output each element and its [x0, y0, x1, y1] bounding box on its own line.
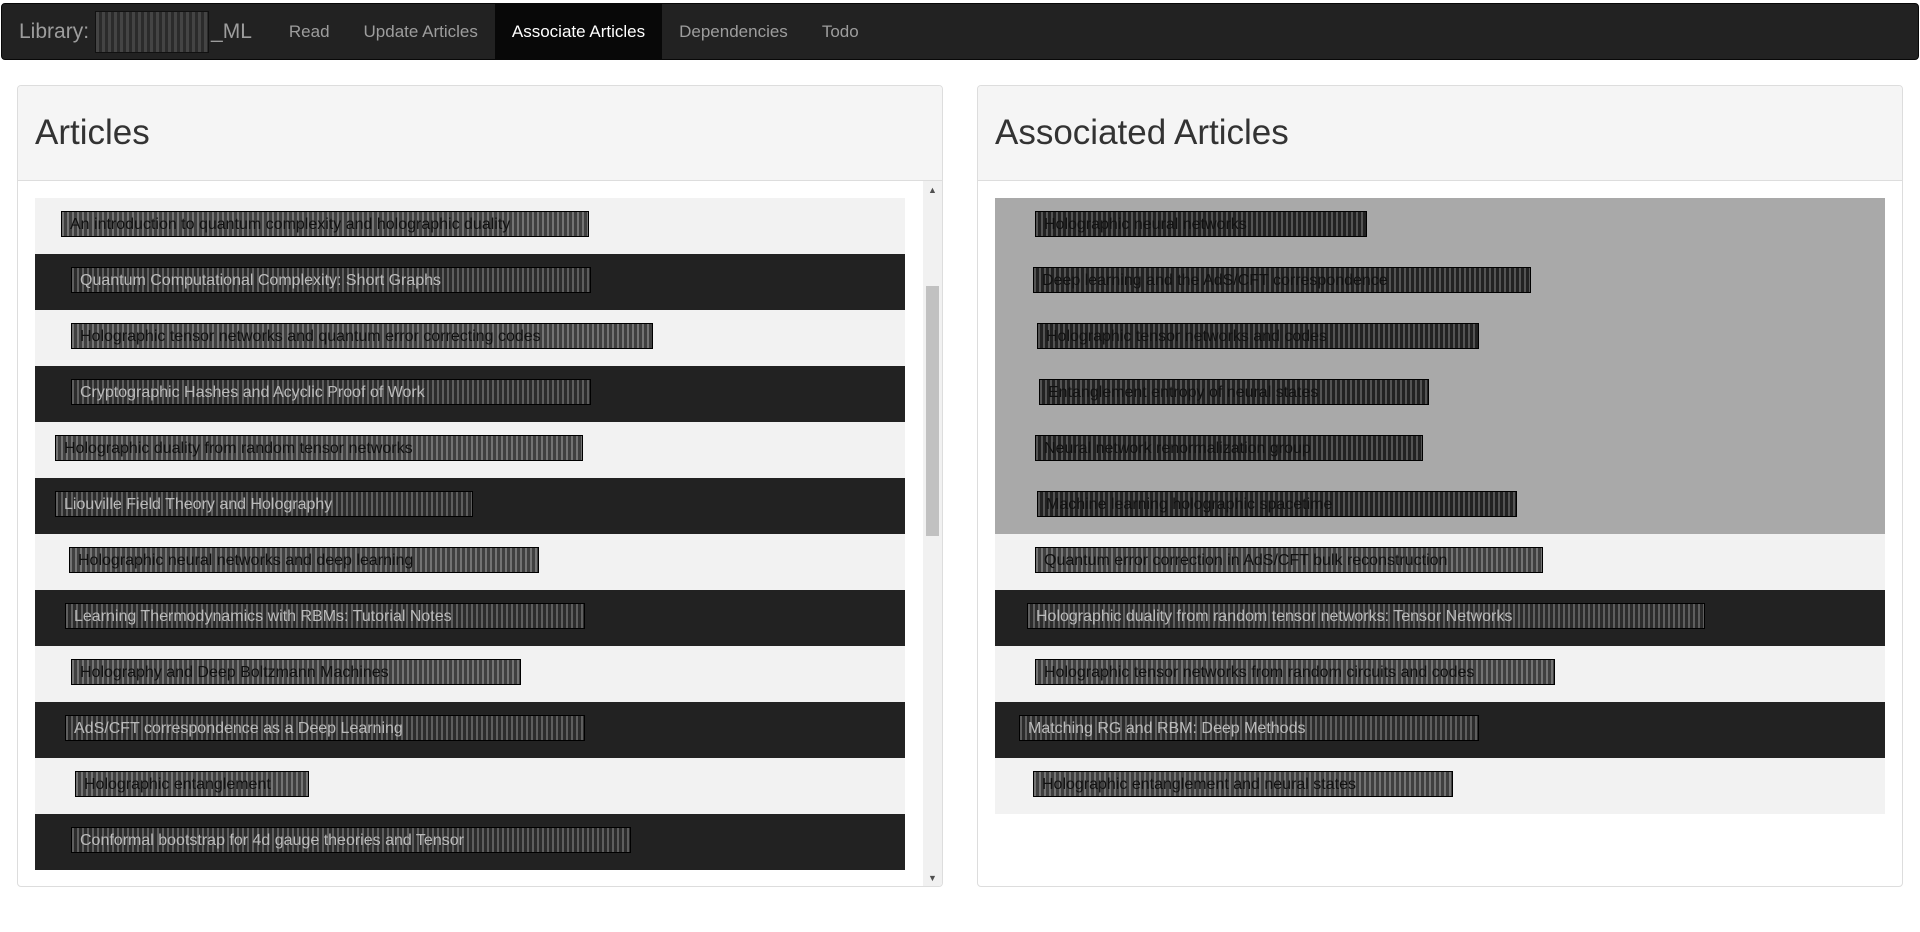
- library-brand[interactable]: Library: _ML: [2, 4, 272, 59]
- article-item-label: Holographic tensor networks and quantum …: [71, 323, 653, 349]
- associated-article-item-label: Quantum error correction in AdS/CFT bulk…: [1035, 547, 1543, 573]
- article-item-label: Holographic entanglement: [75, 771, 309, 797]
- article-item[interactable]: Cryptographic Hashes and Acyclic Proof o…: [35, 366, 905, 422]
- articles-panel-heading: Articles: [18, 86, 942, 181]
- articles-list: An introduction to quantum complexity an…: [35, 198, 905, 886]
- brand-prefix: Library:: [19, 19, 90, 43]
- associated-article-item[interactable]: Holographic entanglement and neural stat…: [995, 758, 1885, 814]
- nav-dependencies[interactable]: Dependencies: [662, 4, 805, 59]
- associated-article-item[interactable]: Holographic neural networks: [995, 198, 1885, 254]
- article-item[interactable]: Holographic duality from random tensor n…: [35, 422, 905, 478]
- nav-associate-articles[interactable]: Associate Articles: [494, 4, 663, 59]
- articles-panel: Articles An introduction to quantum comp…: [17, 85, 943, 887]
- article-item-label: Learning Thermodynamics with RBMs: Tutor…: [65, 603, 585, 629]
- article-item-label: Cryptographic Hashes and Acyclic Proof o…: [71, 379, 591, 405]
- associated-article-item-label: Machine learning holographic spacetime: [1037, 491, 1517, 517]
- associated-article-item[interactable]: Quantum error correction in AdS/CFT bulk…: [995, 534, 1885, 590]
- triangle-down-icon[interactable]: ▼: [923, 869, 942, 886]
- nav-todo[interactable]: Todo: [805, 4, 876, 59]
- article-item-label: Liouville Field Theory and Holography: [55, 491, 473, 517]
- article-item[interactable]: Holographic tensor networks and quantum …: [35, 310, 905, 366]
- associated-article-item[interactable]: Holographic tensor networks from random …: [995, 646, 1885, 702]
- associated-article-item-label: Neural network renormalization group: [1035, 435, 1423, 461]
- article-item-label: Quantum Computational Complexity: Short …: [71, 267, 591, 293]
- articles-scrollbar[interactable]: ▲ ▼: [923, 181, 942, 886]
- associated-article-item-label: Holographic duality from random tensor n…: [1027, 603, 1705, 629]
- associated-article-item-label: Holographic tensor networks and codes: [1037, 323, 1479, 349]
- article-item[interactable]: Conformal bootstrap for 4d gauge theorie…: [35, 814, 905, 870]
- nav-update-articles[interactable]: Update Articles: [347, 4, 495, 59]
- article-item-label: An introduction to quantum complexity an…: [61, 211, 589, 237]
- associated-articles-list: Holographic neural networks Deep learning…: [995, 198, 1885, 814]
- associated-article-item[interactable]: Matching RG and RBM: Deep Methods: [995, 702, 1885, 758]
- triangle-up-icon[interactable]: ▲: [923, 181, 942, 198]
- article-item-label: AdS/CFT correspondence as a Deep Learnin…: [65, 715, 585, 741]
- associated-article-item[interactable]: Machine learning holographic spacetime: [995, 478, 1885, 534]
- associated-panel-heading: Associated Articles: [978, 86, 1902, 181]
- associated-article-item[interactable]: Holographic duality from random tensor n…: [995, 590, 1885, 646]
- associated-article-item-label: Entanglement entropy of neural states: [1039, 379, 1429, 405]
- article-item[interactable]: Holographic entanglement: [35, 758, 905, 814]
- associated-article-item-label: Holographic entanglement and neural stat…: [1033, 771, 1453, 797]
- scrollbar-thumb[interactable]: [926, 286, 939, 536]
- associated-article-item-label: Holographic neural networks: [1035, 211, 1367, 237]
- associated-article-item[interactable]: Neural network renormalization group: [995, 422, 1885, 478]
- nav-read[interactable]: Read: [272, 4, 347, 59]
- article-item[interactable]: Holographic neural networks and deep lea…: [35, 534, 905, 590]
- brand-suffix: _ML: [211, 19, 252, 43]
- article-item-label: Holographic neural networks and deep lea…: [69, 547, 539, 573]
- article-item-label: Holographic duality from random tensor n…: [55, 435, 583, 461]
- associated-article-item[interactable]: Entanglement entropy of neural states: [995, 366, 1885, 422]
- article-item[interactable]: Quantum Computational Complexity: Short …: [35, 254, 905, 310]
- article-item[interactable]: Learning Thermodynamics with RBMs: Tutor…: [35, 590, 905, 646]
- article-item[interactable]: Liouville Field Theory and Holography: [35, 478, 905, 534]
- article-item[interactable]: AdS/CFT correspondence as a Deep Learnin…: [35, 702, 905, 758]
- associated-article-item[interactable]: Deep learning and the AdS/CFT correspond…: [995, 254, 1885, 310]
- article-item[interactable]: Holography and Deep Boltzmann Machines: [35, 646, 905, 702]
- associated-article-item-label: Deep learning and the AdS/CFT correspond…: [1033, 267, 1531, 293]
- article-item-label: Conformal bootstrap for 4d gauge theorie…: [71, 827, 631, 853]
- associated-articles-panel: Associated Articles Holographic neural n…: [977, 85, 1903, 887]
- article-item[interactable]: An introduction to quantum complexity an…: [35, 198, 905, 254]
- article-item-label: Holography and Deep Boltzmann Machines: [71, 659, 521, 685]
- associated-article-item[interactable]: Holographic tensor networks and codes: [995, 310, 1885, 366]
- associated-article-item-label: Matching RG and RBM: Deep Methods: [1019, 715, 1479, 741]
- brand-redacted-name: [95, 10, 210, 53]
- associated-article-item-label: Holographic tensor networks from random …: [1035, 659, 1555, 685]
- associated-articles-title: Associated Articles: [995, 113, 1289, 152]
- top-navbar: Library: _ML Read Update Articles Associ…: [1, 3, 1919, 60]
- articles-title: Articles: [35, 113, 150, 152]
